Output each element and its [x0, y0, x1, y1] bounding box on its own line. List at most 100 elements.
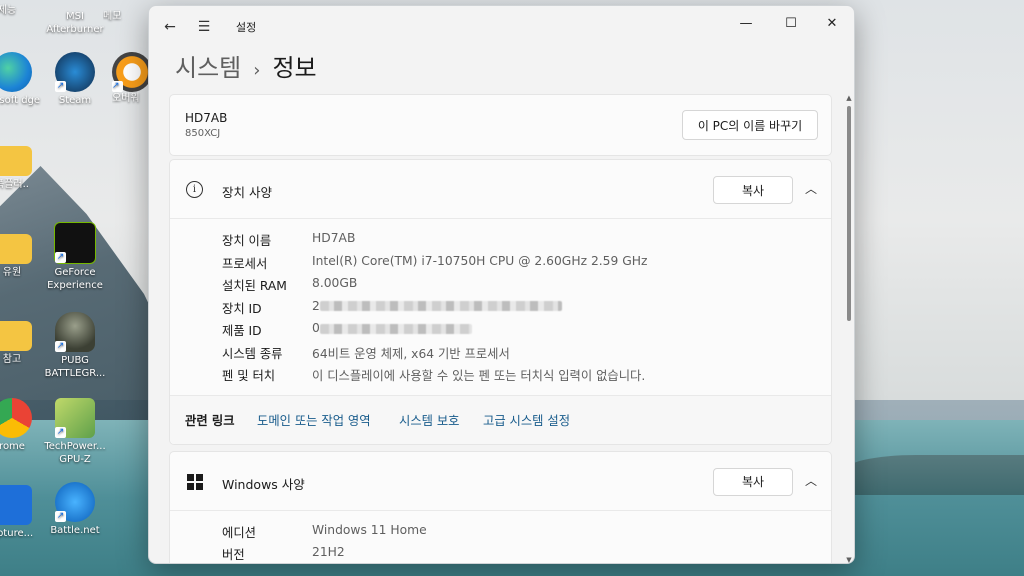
desktop-icon-msi[interactable]: MSI Afterburner: [40, 10, 110, 36]
edge-icon: [0, 52, 32, 92]
chevron-up-icon[interactable]: ︿: [805, 180, 817, 197]
folder-icon: [0, 234, 32, 264]
desktop-icon-label: GeForce Experience: [47, 267, 103, 291]
copy-device-spec-button[interactable]: 복사: [713, 176, 793, 204]
spec-row: 에디션 Windows 11 Home: [170, 520, 831, 543]
spec-key: 프로세서: [222, 256, 268, 271]
desktop-icon-label: crosoft dge: [0, 95, 41, 106]
breadcrumb: 시스템 › 정보: [175, 48, 317, 83]
spec-key: 설치된 RAM: [222, 279, 287, 293]
desktop-icon-gpuz[interactable]: ↗ TechPower... GPU-Z: [40, 398, 110, 466]
spec-value: 0: [312, 321, 320, 335]
folder-icon: [0, 321, 32, 351]
device-spec-card: i 장치 사양 복사 ︿ 장치 이름 HD7AB 프로세서 Intel(R) C…: [169, 159, 832, 445]
desktop-icon-label: Battle.net: [50, 525, 100, 536]
desktop-icon-geforce[interactable]: ↗ GeForce Experience: [40, 222, 110, 292]
geforce-icon: ↗: [54, 222, 96, 264]
scroll-up-arrow-icon[interactable]: ▲: [845, 94, 853, 102]
windows-spec-rows: 에디션 Windows 11 Home 버전 21H2: [170, 511, 831, 564]
spec-key: 에디션: [222, 525, 256, 540]
desktop-icon-steam[interactable]: ↗ Steam: [40, 52, 110, 107]
desktop-icon-label: Steam: [58, 95, 92, 106]
desktop-icon-folder[interactable]: 폭플러..: [0, 142, 47, 191]
spec-value: 21H2: [312, 545, 345, 559]
related-links: 관련 링크 도메인 또는 작업 영역 시스템 보호 고급 시스템 설정: [170, 394, 831, 444]
scrollbar[interactable]: ▲ ▼: [845, 94, 853, 563]
pc-name: HD7AB: [185, 111, 228, 125]
overwatch-icon: ↗: [112, 52, 148, 92]
related-links-label: 관련 링크: [185, 413, 235, 428]
steam-icon: ↗: [55, 52, 95, 92]
pubg-icon: ↗: [55, 312, 95, 352]
back-arrow-icon[interactable]: ←: [157, 14, 183, 40]
pc-model: 850XCJ: [185, 128, 221, 139]
windows-spec-title: Windows 사양: [222, 476, 305, 492]
close-button[interactable]: ✕: [812, 10, 852, 36]
shoreline: [844, 455, 1024, 495]
chevron-up-icon[interactable]: ︿: [805, 472, 817, 489]
content-pane: HD7AB 850XCJ 이 PC의 이름 바꾸기 i 장치 사양 복사 ︿ 장…: [169, 94, 832, 564]
scroll-down-arrow-icon[interactable]: ▼: [845, 556, 853, 563]
windows-logo-icon: [187, 473, 203, 490]
desktop-icon-label: TechPower... GPU-Z: [44, 441, 106, 465]
rename-pc-button[interactable]: 이 PC의 이름 바꾸기: [682, 110, 818, 140]
system-protection-link[interactable]: 시스템 보호: [399, 411, 459, 429]
desktop-icon-label: MSI Afterburner: [46, 11, 104, 35]
battlenet-icon: ↗: [55, 482, 95, 522]
pc-name-card: HD7AB 850XCJ 이 PC의 이름 바꾸기: [169, 94, 832, 156]
device-spec-title: 장치 사양: [222, 185, 272, 200]
spec-row: 장치 이름 HD7AB: [170, 228, 831, 251]
spec-value: 64비트 운영 체제, x64 기반 프로세서: [312, 346, 510, 361]
spec-row: 버전 21H2: [170, 542, 831, 563]
desktop-icon-overwatch[interactable]: ↗ 오버워: [112, 52, 148, 105]
hamburger-menu-icon[interactable]: ☰: [191, 14, 217, 40]
domain-workgroup-link[interactable]: 도메인 또는 작업 영역: [257, 411, 371, 429]
spec-key: 시스템 종류: [222, 346, 283, 361]
app-name: 설정: [236, 21, 257, 34]
desktop-icon-label: 참고: [2, 354, 22, 365]
spec-value-redacted: 0: [312, 321, 472, 335]
spec-row: 제품 ID 0: [170, 318, 831, 341]
spec-row: 설치된 RAM 8.00GB: [170, 273, 831, 296]
desktop-icon-memo[interactable]: 메모: [103, 10, 147, 23]
desktop-icon-label: apture...: [0, 528, 34, 539]
windows-spec-header[interactable]: Windows 사양 복사 ︿: [170, 452, 831, 511]
spec-key: 장치 이름: [222, 234, 272, 248]
gpuz-icon: ↗: [55, 398, 95, 438]
desktop-icon-label: 유원: [2, 267, 22, 278]
spec-key: 펜 및 터치: [222, 369, 276, 383]
desktop-icon-label: rome: [0, 441, 25, 452]
windows-spec-card: Windows 사양 복사 ︿ 에디션 Windows 11 Home 버전 2…: [169, 450, 832, 564]
chrome-icon: [0, 398, 32, 438]
minimize-button[interactable]: —: [726, 10, 766, 36]
maximize-button[interactable]: ☐: [771, 10, 811, 36]
device-spec-header[interactable]: i 장치 사양 복사 ︿: [170, 160, 831, 219]
redacted-block: [319, 323, 472, 334]
breadcrumb-parent[interactable]: 시스템: [175, 54, 241, 82]
redacted-block: [319, 301, 562, 311]
desktop-icon-label: 메모: [103, 11, 122, 22]
page-title: 정보: [272, 54, 317, 82]
title-bar: ← ☰ 설정 — ☐ ✕: [149, 6, 854, 48]
spec-key: 버전: [222, 548, 245, 562]
desktop-icon[interactable]: 제능: [0, 4, 42, 17]
spec-value-redacted: 2: [312, 299, 562, 313]
scrollbar-thumb[interactable]: [847, 106, 851, 321]
spec-row: 펜 및 터치 이 디스플레이에 사용할 수 있는 펜 또는 터치식 입력이 없습…: [170, 363, 831, 386]
spec-value: 이 디스플레이에 사용할 수 있는 펜 또는 터치식 입력이 없습니다.: [312, 369, 646, 383]
spec-key: 장치 ID: [222, 301, 262, 316]
settings-window: ← ☰ 설정 — ☐ ✕ 시스템 › 정보 HD7AB 850XCJ 이 PC의 이…: [148, 5, 855, 564]
desktop-icon-battlenet[interactable]: ↗ Battle.net: [40, 482, 110, 537]
spec-value: Intel(R) Core(TM) i7-10750H CPU @ 2.60GH…: [312, 253, 648, 268]
spec-row: 시스템 종류 64비트 운영 체제, x64 기반 프로세서: [170, 341, 831, 364]
desktop-icon-label: 오버워: [112, 93, 140, 104]
spec-row: 프로세서 Intel(R) Core(TM) i7-10750H CPU @ 2…: [170, 251, 831, 274]
advanced-system-settings-link[interactable]: 고급 시스템 설정: [483, 411, 570, 429]
info-icon: i: [186, 181, 203, 198]
spec-value: HD7AB: [312, 231, 356, 245]
spec-value: Windows 11 Home: [312, 522, 427, 537]
copy-windows-spec-button[interactable]: 복사: [713, 467, 793, 496]
spec-key: 제품 ID: [222, 324, 262, 338]
desktop-icon-pubg[interactable]: ↗ PUBG BATTLEGR...: [40, 312, 110, 380]
desktop-icon-label: PUBG BATTLEGR...: [44, 355, 106, 379]
